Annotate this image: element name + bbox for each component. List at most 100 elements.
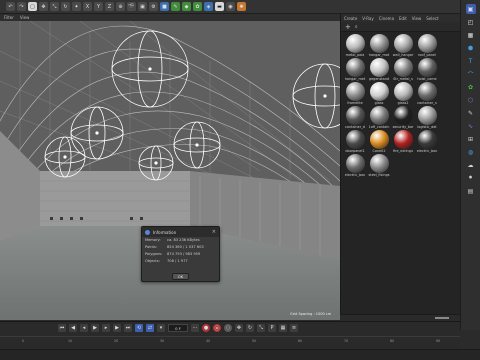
previous-key-icon[interactable]: ◀ (69, 324, 77, 332)
material-item[interactable]: security_bar (391, 106, 415, 130)
material-item[interactable]: framelite (343, 82, 367, 106)
material-menu-cinema[interactable]: Cinema (379, 16, 394, 21)
mograph-icon[interactable]: ✿ (466, 82, 476, 92)
material-swatch (393, 82, 413, 101)
step-back-icon[interactable]: ◂ (80, 324, 88, 332)
rotation-key-icon[interactable]: ↻ (246, 324, 254, 332)
pla-key-icon[interactable]: ▦ (279, 324, 287, 332)
globe-icon[interactable]: ◍ (466, 147, 476, 157)
move-icon[interactable]: ✥ (39, 2, 48, 11)
camera-icon[interactable]: ◉ (226, 2, 235, 11)
scale-key-icon[interactable]: ⤡ (257, 324, 265, 332)
record-icon[interactable]: ● (202, 324, 210, 332)
x-axis-icon[interactable]: X (83, 2, 92, 11)
material-label: roof_panel (418, 53, 436, 57)
redo-icon[interactable]: ↷ (17, 2, 26, 11)
material-item[interactable]: metal_pola (343, 34, 367, 58)
timeline-ruler[interactable]: 0 10 20 30 40 50 60 70 80 90 (0, 336, 460, 348)
floor-icon[interactable]: ▬ (215, 2, 224, 11)
material-menu-view[interactable]: View (412, 16, 422, 21)
snap-icon[interactable]: ∿ (466, 121, 476, 131)
keyframe-selection-icon[interactable]: ◌ (224, 324, 232, 332)
render-settings-icon[interactable]: ⚙ (149, 2, 158, 11)
position-key-icon[interactable]: ✥ (235, 324, 243, 332)
material-item[interactable]: electric_box (415, 130, 439, 154)
material-item[interactable]: roof_panel (415, 34, 439, 58)
recent-tool-icon[interactable]: ✦ (72, 2, 81, 11)
material-item[interactable]: hangar_met (343, 58, 367, 82)
material-item[interactable]: wall_hangar (391, 34, 415, 58)
material-item[interactable]: Cone02 (367, 130, 391, 154)
text-tool-icon[interactable]: T (466, 56, 476, 66)
sky-icon[interactable]: ☁ (466, 160, 476, 170)
material-item[interactable]: hoist_came (415, 58, 439, 82)
render-picture-icon[interactable]: ▣ (138, 2, 147, 11)
material-menu-select[interactable]: Select (426, 16, 438, 21)
material-item[interactable]: fire_extingu (391, 130, 415, 154)
dialog-titlebar[interactable]: Information (142, 227, 219, 237)
add-icon[interactable]: + (345, 23, 351, 31)
material-item[interactable]: doorpanel1 (343, 130, 367, 154)
material-item[interactable]: electric_box (343, 154, 367, 178)
ruler-tick-label: 90 (436, 339, 441, 343)
model-mode-icon[interactable]: ▣ (465, 4, 476, 14)
spline-icon[interactable]: ⌒ (466, 69, 476, 79)
search-icon[interactable]: ⌕ (355, 24, 358, 30)
material-item[interactable]: steel_fixings (367, 154, 391, 178)
live-select-icon[interactable]: ▢ (28, 2, 37, 11)
cloner-icon[interactable]: ✿ (193, 2, 202, 11)
undo-icon[interactable]: ↶ (6, 2, 15, 11)
z-axis-icon[interactable]: Z (105, 2, 114, 11)
play-icon[interactable]: ▶ (91, 324, 99, 332)
material-item[interactable]: container_d (343, 106, 367, 130)
material-item[interactable]: gegenstand (367, 58, 391, 82)
autokey-icon[interactable]: ⦿ (213, 324, 221, 332)
ok-button[interactable]: OK (172, 273, 189, 280)
loop-icon[interactable]: ⟲ (135, 324, 143, 332)
scale-icon[interactable]: ⤡ (50, 2, 59, 11)
tag-icon[interactable]: ⬡ (466, 95, 476, 105)
cube-icon[interactable]: ■ (160, 2, 169, 11)
material-item[interactable]: glass (367, 82, 391, 106)
light-icon[interactable]: ✺ (237, 2, 246, 11)
material-scrollbar[interactable] (340, 314, 460, 321)
rotate-icon[interactable]: ↻ (61, 2, 70, 11)
material-label: doorpanel1 (345, 149, 365, 153)
step-forward-icon[interactable]: ▸ (102, 324, 110, 332)
material-item[interactable]: 1off_contain (367, 106, 391, 130)
material-item[interactable]: logistic_dat (415, 106, 439, 130)
param-key-icon[interactable]: P (268, 324, 276, 332)
material-item[interactable]: Str_metal_s (391, 58, 415, 82)
deformer-icon[interactable]: ◈ (204, 2, 213, 11)
dialog-title: Information (153, 229, 177, 235)
viewport-menu-filter[interactable]: Filter (4, 15, 14, 20)
next-key-icon[interactable]: ▶ (113, 324, 121, 332)
close-icon[interactable]: × (212, 229, 216, 235)
paint-icon[interactable]: ✎ (466, 108, 476, 118)
go-to-start-icon[interactable]: ⏮ (58, 324, 66, 332)
subdivision-icon[interactable]: ◆ (182, 2, 191, 11)
frame-step-icon[interactable]: ▾ (157, 324, 165, 332)
camera-icon[interactable]: ⏺ (466, 173, 476, 183)
axis-icon[interactable]: ⬢ (466, 43, 476, 53)
material-item[interactable]: glass2 (391, 82, 415, 106)
material-menu-edit[interactable]: Edit (399, 16, 407, 21)
current-frame-field[interactable]: 0 F (168, 324, 188, 332)
playback-mode-icon[interactable]: ⇄ (146, 324, 154, 332)
coord-system-icon[interactable]: ⊕ (116, 2, 125, 11)
timeline-menu-icon[interactable]: ≡ (290, 324, 298, 332)
texture-mode-icon[interactable]: ◰ (466, 17, 476, 27)
material-menu-create[interactable]: Create (344, 16, 357, 21)
workplane-icon[interactable]: ⊞ (466, 134, 476, 144)
material-item[interactable]: container_s (415, 82, 439, 106)
material-item[interactable]: hangar_mat (367, 34, 391, 58)
scene-icon[interactable]: ▤ (466, 186, 476, 196)
keyframe-filter-icon[interactable]: ⋯ (191, 324, 199, 332)
y-axis-icon[interactable]: Y (94, 2, 103, 11)
go-to-end-icon[interactable]: ⏭ (124, 324, 132, 332)
render-view-icon[interactable]: 🎬 (127, 2, 136, 11)
viewport-menu-view[interactable]: View (20, 15, 30, 20)
material-menu-vray[interactable]: V-Ray (362, 16, 373, 21)
points-mode-icon[interactable]: ▦ (466, 30, 476, 40)
pen-icon[interactable]: ✎ (171, 2, 180, 11)
